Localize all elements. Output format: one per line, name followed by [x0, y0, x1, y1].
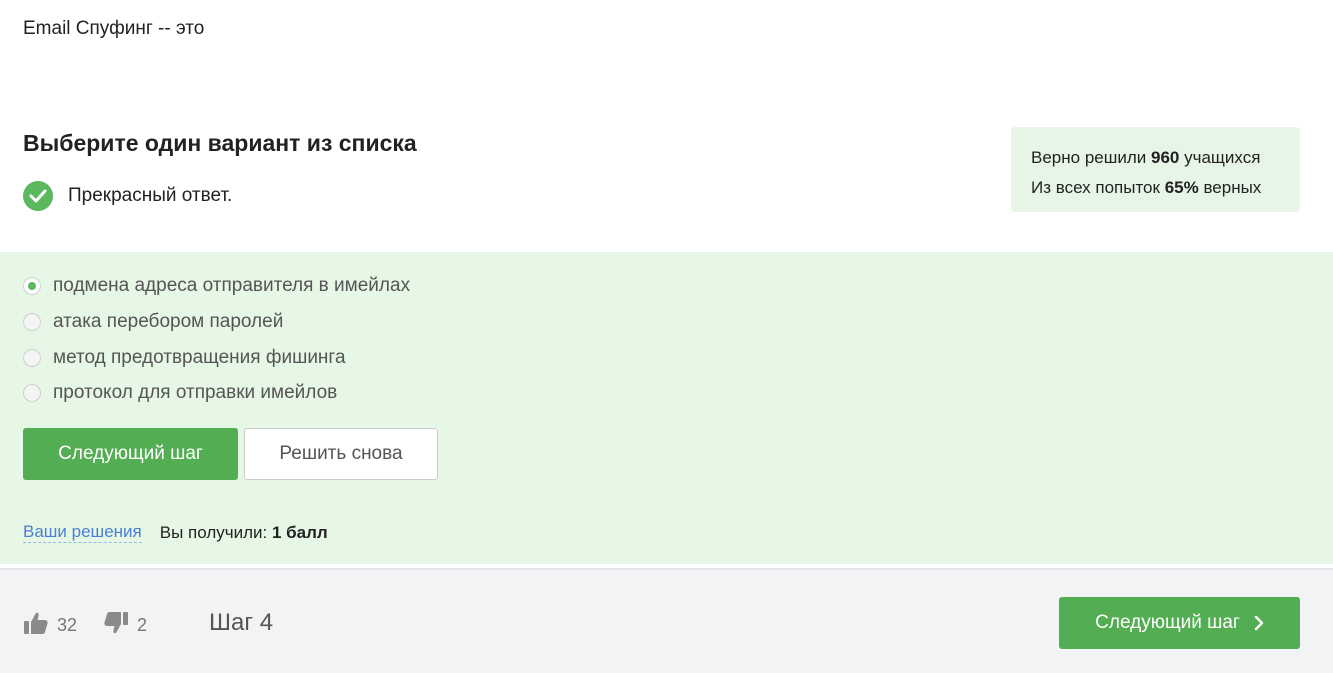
option-3[interactable]: метод предотвращения фишинга [23, 347, 346, 369]
likes-count: 32 [57, 615, 78, 635]
next-step-button[interactable]: Следующий шаг [23, 428, 238, 480]
stats-box: Верно решили 960 учащихся Из всех попыто… [1011, 127, 1300, 212]
result-row: Ваши решения Вы получили: 1 балл [23, 522, 328, 543]
feedback-row: Прекрасный ответ. [23, 181, 232, 211]
footer-next-step-button[interactable]: Следующий шаг [1059, 597, 1300, 649]
radio-button-selected[interactable] [23, 277, 41, 295]
option-label: метод предотвращения фишинга [53, 347, 346, 368]
chevron-right-icon [1254, 615, 1264, 631]
step-page: Email Спуфинг -- это Выберите один вариа… [0, 0, 1333, 673]
score-value: 1 балл [271, 522, 328, 542]
stats-solved-prefix: Верно решили [1031, 148, 1151, 167]
option-label: протокол для отправки имейлов [53, 382, 338, 403]
thumbs-down-icon [103, 610, 129, 641]
check-circle-icon [23, 181, 53, 211]
feedback-text: Прекрасный ответ. [68, 185, 233, 206]
task-title: Выберите один вариант из списка [23, 130, 417, 156]
answer-panel: подмена адреса отправителя в имейлах ата… [0, 252, 1333, 564]
option-label: атака перебором паролей [53, 311, 284, 332]
stats-percent-value: 65% [1164, 178, 1199, 197]
stats-solved-suffix: учащихся [1179, 148, 1261, 167]
thumbs-up-icon [23, 610, 49, 641]
option-label: подмена адреса отправителя в имейлах [53, 275, 411, 296]
step-label: Шаг 4 [209, 609, 274, 636]
score-text: Вы получили: 1 балл [160, 523, 328, 543]
radio-button[interactable] [23, 349, 41, 367]
footer-next-label: Следующий шаг [1095, 612, 1240, 633]
score-prefix: Вы получили: [159, 522, 272, 542]
dislikes-count: 2 [137, 615, 148, 635]
stats-solved-count: 960 [1151, 148, 1180, 167]
question-text: Email Спуфинг -- это [23, 18, 205, 39]
dislike-button[interactable]: 2 [103, 610, 147, 641]
radio-button[interactable] [23, 313, 41, 331]
like-button[interactable]: 32 [23, 610, 77, 641]
stats-percent-line: Из всех попыток 65% верных [1031, 173, 1300, 203]
retry-button[interactable]: Решить снова [244, 428, 438, 480]
stats-percent-suffix: верных [1198, 178, 1262, 197]
task-header: Выберите один вариант из списка [23, 130, 417, 157]
radio-button[interactable] [23, 384, 41, 402]
stats-percent-prefix: Из всех попыток [1031, 178, 1165, 197]
option-1[interactable]: подмена адреса отправителя в имейлах [23, 275, 410, 297]
option-2[interactable]: атака перебором паролей [23, 311, 283, 333]
your-solutions-link[interactable]: Ваши решения [23, 522, 142, 543]
option-4[interactable]: протокол для отправки имейлов [23, 382, 337, 404]
step-footer: 32 2 Шаг 4 Следующий шаг [0, 568, 1333, 673]
stats-solved-line: Верно решили 960 учащихся [1031, 143, 1300, 173]
